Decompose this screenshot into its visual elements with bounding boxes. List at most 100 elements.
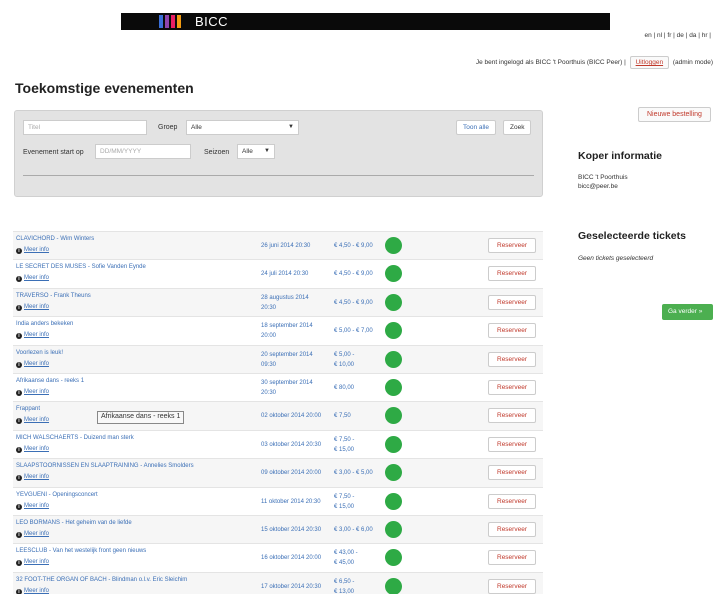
table-row: 32 FOOT-THE ORGAN OF BACH - Blindman o.l… <box>13 571 543 594</box>
info-icon: i <box>16 248 22 254</box>
availability-status-icon <box>385 435 402 453</box>
event-title[interactable]: 32 FOOT-THE ORGAN OF BACH - Blindman o.l… <box>16 577 187 583</box>
login-status: Je bent ingelogd als BICC 't Poorthuis (… <box>476 56 713 69</box>
event-date: 20 september 2014 09:30 <box>261 350 333 370</box>
event-date-line: 20:30 <box>261 304 277 311</box>
reserve-button[interactable]: Reserveer <box>488 436 536 452</box>
info-icon: i <box>16 418 22 425</box>
event-title[interactable]: YEVGUENI - Openingsconcert <box>16 492 98 498</box>
event-title[interactable]: TRAVERSO - Frank Theuns <box>16 293 91 299</box>
table-row: YEVGUENI - Openingsconcert i Meer info 11 o… <box>13 486 543 515</box>
more-info-link[interactable]: i Meer info <box>16 474 49 482</box>
show-all-button[interactable]: Toon alle <box>456 120 497 135</box>
more-info-link[interactable]: i Meer info <box>16 247 49 254</box>
language-switcher[interactable]: en | nl | fr | de | da | hr | <box>645 32 712 39</box>
event-price: € 4,50 - € 9,00 <box>334 298 382 308</box>
tickets-heading: Geselecteerde tickets <box>578 230 686 242</box>
reserve-button[interactable]: Reserveer <box>488 493 536 509</box>
availability-status-icon <box>385 378 402 396</box>
chevron-down-icon: ▼ <box>264 148 270 154</box>
reserve-button[interactable]: Reserveer <box>488 238 536 253</box>
more-info-label: Meer info <box>24 445 50 452</box>
login-text: Je bent ingelogd als BICC 't Poorthuis (… <box>475 59 626 66</box>
event-price: € 4,50 - € 9,00 <box>334 269 382 279</box>
event-price: € 43,00 - € 45,00 <box>334 548 382 568</box>
more-info-label: Meer info <box>24 275 50 282</box>
event-date: 30 september 2014 20:30 <box>261 378 333 398</box>
continue-button[interactable]: Ga verder » <box>662 304 713 320</box>
event-price-line: € 4,50 - € 9,00 <box>334 299 373 306</box>
more-info-link[interactable]: i Meer info <box>16 304 49 311</box>
reserve-button[interactable]: Reserveer <box>488 408 536 424</box>
more-info-link[interactable]: i Meer info <box>16 503 49 510</box>
availability-status-icon <box>385 350 402 368</box>
availability-status-icon <box>385 265 402 283</box>
season-select[interactable]: Alle ▼ <box>237 144 275 159</box>
event-date-line: 26 juni 2014 20:30 <box>261 243 311 249</box>
event-date-line: 09:30 <box>261 361 277 368</box>
info-icon: i <box>16 560 22 567</box>
logout-button[interactable]: Uitloggen <box>629 56 670 69</box>
more-info-link[interactable]: i Meer info <box>16 559 50 567</box>
more-info-label: Meer info <box>24 559 50 566</box>
more-info-link[interactable]: i Meer info <box>16 417 49 425</box>
reserve-button[interactable]: Reserveer <box>488 266 536 282</box>
info-icon: i <box>16 531 22 538</box>
reserve-button[interactable]: Reserveer <box>488 550 536 566</box>
event-title[interactable]: Afrikaanse dans - reeks 1 <box>16 378 84 384</box>
event-date-line: 20:00 <box>261 333 277 340</box>
event-title[interactable]: LE SECRET DES MUSES - Sofie Vanden Eynde <box>16 264 146 270</box>
event-date-line: 20 september 2014 <box>261 351 313 358</box>
logo-text: BICC <box>195 14 229 29</box>
more-info-link[interactable]: i Meer info <box>16 446 49 453</box>
event-title[interactable]: Voorlezen is leuk! <box>16 350 63 356</box>
info-icon: i <box>16 361 22 368</box>
table-row: LE SECRET DES MUSES - Sofie Vanden Eynde… <box>13 259 543 288</box>
event-date-line: 24 juli 2014 20:30 <box>261 271 309 278</box>
more-info-link[interactable]: i Meer info <box>16 531 49 538</box>
more-info-link[interactable]: i Meer info <box>16 588 49 594</box>
reserve-button[interactable]: Reserveer <box>488 294 536 310</box>
event-price: € 5,00 - € 7,00 <box>334 326 382 336</box>
event-title[interactable]: MICH WALSCHAERTS - Duizend man sterk <box>16 435 134 441</box>
event-date-line: 15 oktober 2014 20:30 <box>261 526 322 533</box>
reserve-button[interactable]: Reserveer <box>488 578 536 594</box>
event-title[interactable]: LEO BORMANS - Het geheim van de liefde <box>16 520 132 526</box>
event-title[interactable]: LEESCLUB - Van het westelijk front geen … <box>16 548 146 554</box>
logo-block <box>171 15 175 28</box>
no-tickets-text: Geen tickets geselecteerd <box>578 255 654 262</box>
start-date-input[interactable]: DD/MM/YYYY <box>95 144 191 159</box>
event-date-line: 03 oktober 2014 20:30 <box>261 441 322 448</box>
event-date: 02 oktober 2014 20:00 <box>261 411 333 421</box>
title-input[interactable]: Titel <box>23 120 147 135</box>
event-date-line: 30 september 2014 <box>261 379 313 386</box>
reserve-button[interactable]: Reserveer <box>488 521 536 537</box>
reserve-button[interactable]: Reserveer <box>488 351 536 367</box>
reserve-button[interactable]: Reserveer <box>488 379 536 395</box>
event-price-line: € 6,50 - <box>334 578 355 585</box>
event-price-line: € 4,50 - € 9,00 <box>334 271 373 278</box>
more-info-link[interactable]: i Meer info <box>16 332 50 340</box>
search-button[interactable]: Zoek <box>503 120 532 135</box>
event-price-line: € 4,50 - € 9,00 <box>334 243 373 249</box>
event-price: € 3,00 - € 6,00 <box>334 525 382 535</box>
event-title[interactable]: Frappant <box>16 406 40 412</box>
event-date: 26 juni 2014 20:30 <box>261 241 333 251</box>
more-info-link[interactable]: i Meer info <box>16 275 50 283</box>
event-price-line: € 7,50 - <box>334 493 355 500</box>
availability-status-icon <box>385 520 402 538</box>
more-info-link[interactable]: i Meer info <box>16 361 49 368</box>
new-order-button[interactable]: Nieuwe bestelling <box>638 107 711 122</box>
event-title[interactable]: CLAVICHORD - Wim Winters <box>16 236 94 242</box>
reserve-button[interactable]: Reserveer <box>488 465 536 481</box>
event-title[interactable]: SLAAPSTOORNISSEN EN SLAAPTRAINING - Anne… <box>16 463 194 469</box>
reserve-button[interactable]: Reserveer <box>488 323 536 339</box>
event-date: 28 augustus 2014 20:30 <box>261 293 333 313</box>
event-title[interactable]: India anders bekeken <box>16 321 73 327</box>
more-info-link[interactable]: i Meer info <box>16 389 49 396</box>
event-date-line: 17 oktober 2014 20:30 <box>261 583 322 590</box>
more-info-label: Meer info <box>24 332 50 339</box>
table-row: Voorlezen is leuk! i Meer info 20 september… <box>13 344 543 373</box>
availability-status-icon <box>385 577 402 594</box>
group-select[interactable]: Alle ▼ <box>186 120 299 135</box>
